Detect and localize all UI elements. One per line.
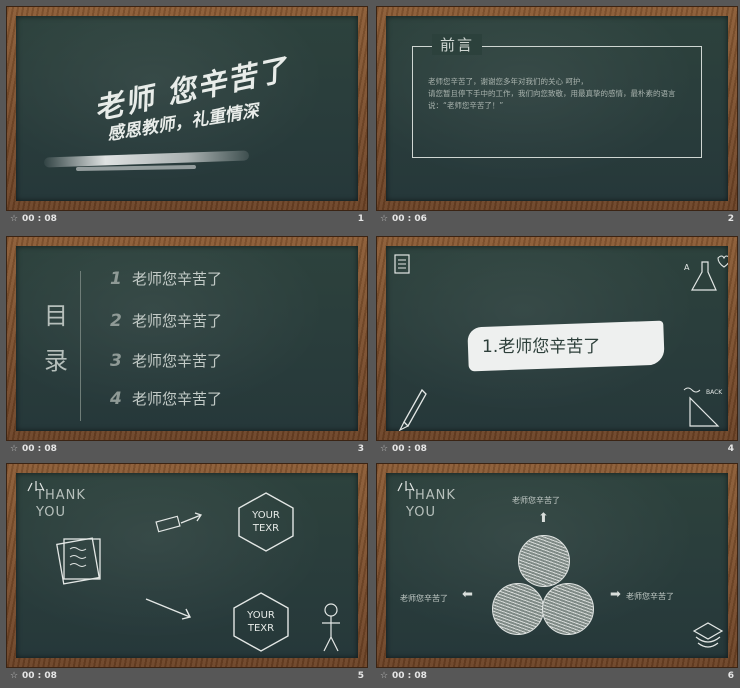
- star-icon[interactable]: ☆: [10, 214, 18, 224]
- toc-item: 3 老师您辛苦了: [110, 350, 222, 371]
- toc-item: 4 老师您辛苦了: [110, 388, 222, 409]
- toc-item: 2 老师您辛苦了: [110, 310, 222, 331]
- you-line: YOU: [36, 505, 66, 520]
- divider: [80, 271, 81, 421]
- slide-number: 3: [357, 444, 364, 454]
- slide-number: 4: [727, 444, 734, 454]
- hexagon-badge: YOUR TEXR: [230, 591, 292, 653]
- toc-item-label: 老师您辛苦了: [132, 390, 223, 408]
- slide-canvas: THANK YOU 老师您辛苦了 ⬆ 老师您辛苦了 ⬅ ➡ 老师您辛苦了: [386, 473, 728, 658]
- slide-canvas: THANK YOU YOUR TEXR YOUR TEXR: [16, 473, 358, 658]
- preface-text: 老师您辛苦了，谢谢您多年对我们的关心 呵护， 请您暂且停下手中的工作，我们向您致…: [428, 77, 676, 110]
- slide-meta: ☆ 00 : 06 2: [376, 214, 738, 228]
- toc-heading-char: 目: [44, 302, 68, 330]
- svg-text:BACK: BACK: [706, 389, 723, 396]
- papers-icon: [56, 537, 101, 585]
- toc-item-label: 老师您辛苦了: [132, 352, 223, 370]
- section-title: 1.老师您辛苦了: [482, 337, 601, 357]
- diagram-label-left: 老师您辛苦了: [400, 594, 448, 603]
- slide-meta: ☆ 00 : 08 3: [6, 444, 368, 458]
- transition-time: 00 : 08: [392, 671, 427, 681]
- sun-rays-icon: [27, 481, 45, 492]
- transition-time: 00 : 06: [392, 214, 427, 224]
- slide-thumbnail-6[interactable]: THANK YOU 老师您辛苦了 ⬆ 老师您辛苦了 ⬅ ➡ 老师您辛苦了 ☆ 0…: [376, 463, 738, 688]
- hexagon-badge: YOUR TEXR: [235, 491, 297, 553]
- pen-icon: [398, 388, 427, 431]
- slide-meta: ☆ 00 : 08 1: [6, 214, 368, 228]
- toc-item: 1 老师您辛苦了: [110, 268, 222, 289]
- slide-number: 5: [357, 671, 364, 681]
- star-icon[interactable]: ☆: [380, 444, 388, 454]
- notepad-icon: [394, 254, 410, 274]
- hex-text-line: TEXR: [247, 623, 275, 634]
- chalkboard-frame: 目 录 1 老师您辛苦了 2 老师您辛苦了 3 老师您辛苦了 4 老师您辛苦了: [6, 236, 368, 441]
- chalk-circle: [492, 583, 544, 635]
- sun-rays-icon: [397, 481, 415, 492]
- slide-thumbnail-1[interactable]: 老师 您辛苦了 感恩教师，礼重情深 ☆ 00 : 08 1: [6, 6, 368, 231]
- diagram-label-right: 老师您辛苦了: [626, 592, 674, 601]
- pencil-arrow-icon: [155, 512, 203, 533]
- preface-heading: 前言: [440, 36, 475, 54]
- hex-text-line: TEXR: [252, 523, 280, 534]
- arrow-up-icon: ⬆: [538, 511, 549, 526]
- slide-number: 2: [727, 214, 734, 224]
- toc-item-number: 3: [110, 351, 122, 371]
- chalkboard-frame: 1.老师您辛苦了 A BACK: [376, 236, 738, 441]
- slide-canvas: 1.老师您辛苦了 A BACK: [386, 246, 728, 431]
- toc-item-number: 4: [110, 389, 122, 409]
- toc-item-label: 老师您辛苦了: [132, 270, 223, 288]
- chalkboard-frame: THANK YOU YOUR TEXR YOUR TEXR: [6, 463, 368, 668]
- arrow-right-icon: ➡: [610, 587, 621, 602]
- toc-item-number: 2: [110, 311, 122, 331]
- star-icon[interactable]: ☆: [10, 444, 18, 454]
- diagram-label-top: 老师您辛苦了: [512, 496, 560, 505]
- star-icon[interactable]: ☆: [10, 671, 18, 681]
- toc-heading-char: 录: [44, 347, 68, 375]
- slide-number: 1: [357, 214, 364, 224]
- transition-time: 00 : 08: [22, 214, 57, 224]
- stick-figure-icon: [322, 603, 340, 652]
- hex-text-line: YOUR: [247, 610, 275, 621]
- slide-thumbnail-4[interactable]: 1.老师您辛苦了 A BACK ☆ 00 : 08 4: [376, 236, 738, 461]
- flask-heart-icon: A: [684, 255, 728, 291]
- you-line: YOU: [406, 505, 436, 520]
- chalk-circle: [518, 535, 570, 587]
- slide-thumbnail-5[interactable]: THANK YOU YOUR TEXR YOUR TEXR ☆ 00: 08 …: [6, 463, 368, 688]
- chalkboard-frame: THANK YOU 老师您辛苦了 ⬆ 老师您辛苦了 ⬅ ➡ 老师您辛苦了: [376, 463, 738, 668]
- transition-time: 00 : 08: [392, 444, 427, 454]
- arrow-icon: [145, 598, 192, 620]
- hex-text-line: YOUR: [252, 510, 280, 521]
- toc-item-number: 1: [110, 269, 122, 289]
- slide-meta: ☆ 00 : 08 6: [376, 671, 738, 685]
- arrow-left-icon: ⬅: [462, 587, 473, 602]
- slide-thumbnail-3[interactable]: 目 录 1 老师您辛苦了 2 老师您辛苦了 3 老师您辛苦了 4 老师您辛苦了 ☆ 00…: [6, 236, 368, 461]
- chalkboard-frame: 老师 您辛苦了 感恩教师，礼重情深: [6, 6, 368, 211]
- slide-thumbnail-2[interactable]: 前言 老师您辛苦了，谢谢您多年对我们的关心 呵护， 请您暂且停下手中的工作，我们…: [376, 6, 738, 231]
- slide-meta: ☆ 00 : 08 5: [6, 671, 368, 685]
- slide-canvas: 前言 老师您辛苦了，谢谢您多年对我们的关心 呵护， 请您暂且停下手中的工作，我们…: [386, 16, 728, 201]
- toc-item-label: 老师您辛苦了: [132, 312, 223, 330]
- svg-text:A: A: [684, 263, 690, 272]
- transition-time: 00 : 08: [22, 444, 57, 454]
- chalk-stroke: [75, 164, 197, 172]
- chalkboard-frame: 前言 老师您辛苦了，谢谢您多年对我们的关心 呵护， 请您暂且停下手中的工作，我们…: [376, 6, 738, 211]
- slide-number: 6: [727, 671, 734, 681]
- star-icon[interactable]: ☆: [380, 671, 388, 681]
- slide-canvas: 老师 您辛苦了 感恩教师，礼重情深: [16, 16, 358, 201]
- slide-meta: ☆ 00 : 08 4: [376, 444, 738, 458]
- ruler-triangle-icon: BACK: [683, 387, 723, 427]
- books-icon: [692, 622, 724, 648]
- transition-time: 00 : 08: [22, 671, 57, 681]
- chalk-circle: [542, 583, 594, 635]
- star-icon[interactable]: ☆: [380, 214, 388, 224]
- slide-canvas: 目 录 1 老师您辛苦了 2 老师您辛苦了 3 老师您辛苦了 4 老师您辛苦了: [16, 246, 358, 431]
